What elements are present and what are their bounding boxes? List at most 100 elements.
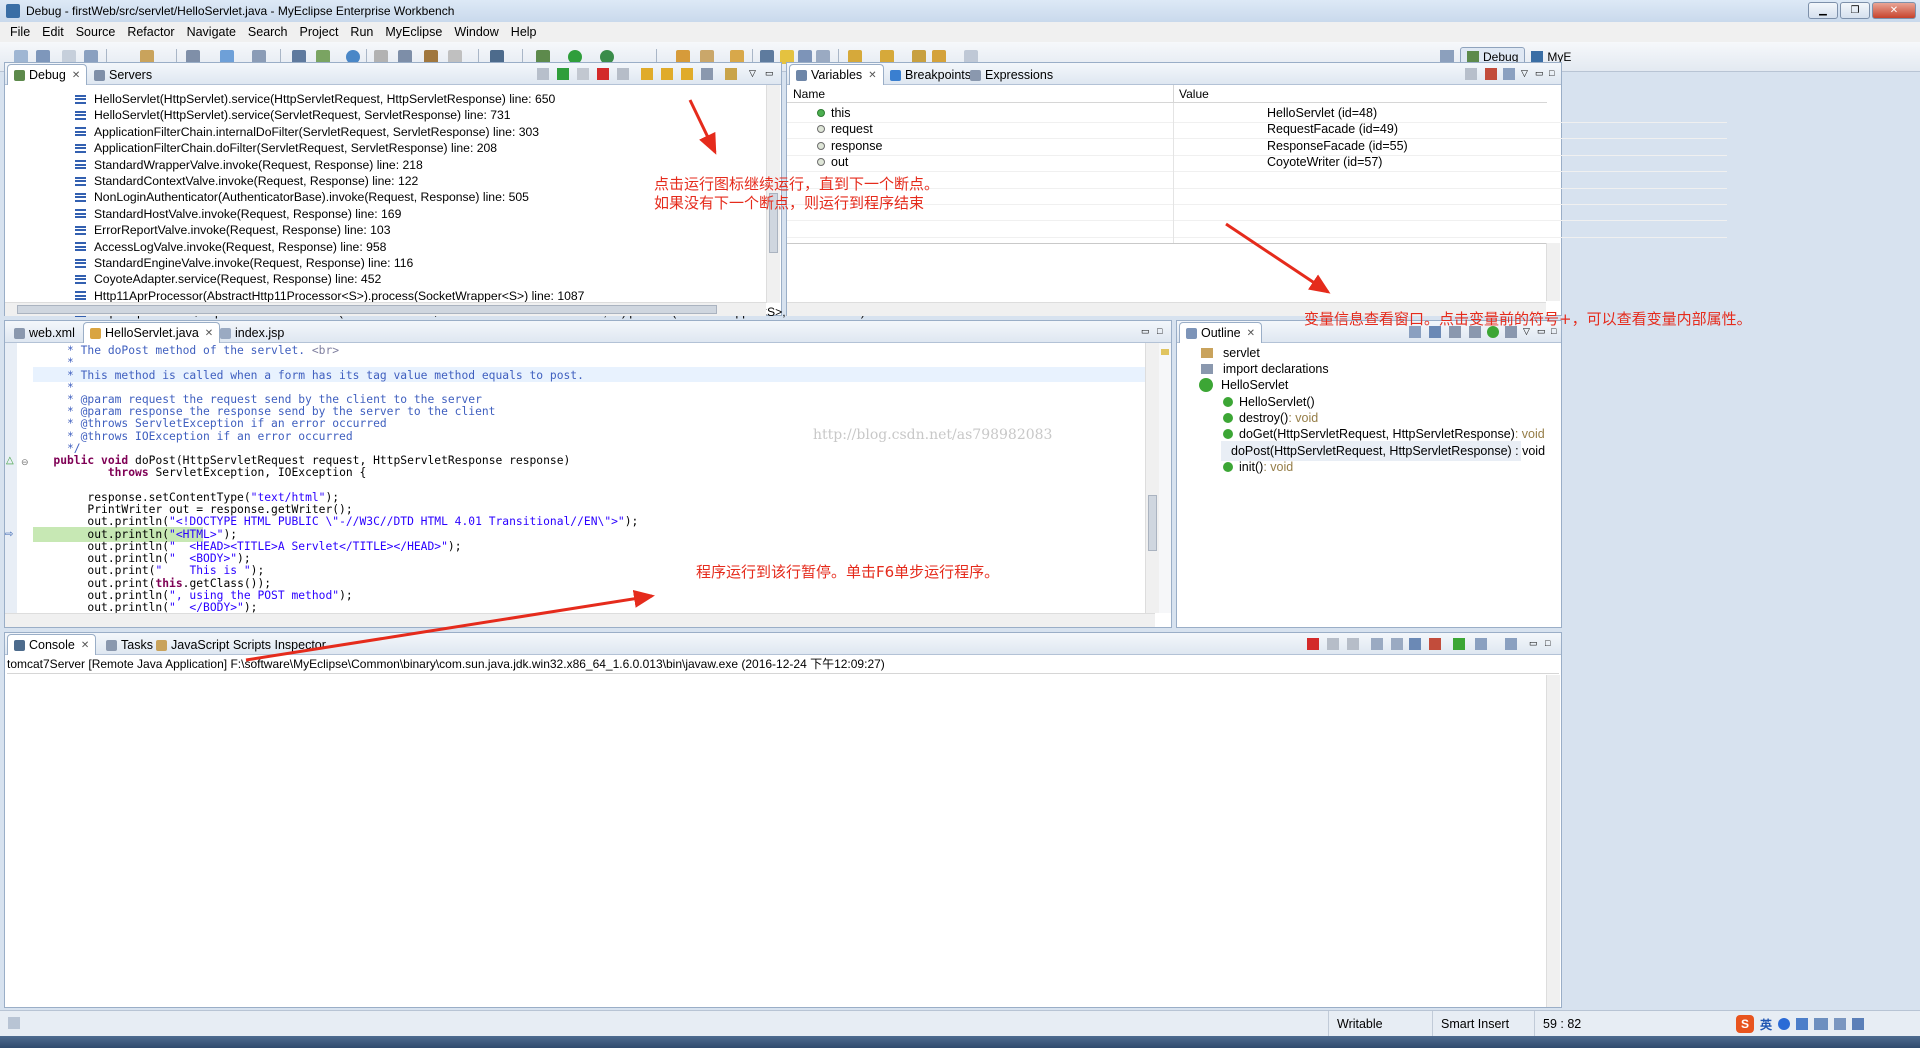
details-vertical-scrollbar[interactable] bbox=[1546, 243, 1560, 301]
view-menu-icon[interactable]: ▽ bbox=[749, 68, 761, 80]
annotation-resume-line1: 点击运行图标继续运行，直到下一个断点。 bbox=[654, 175, 940, 193]
tab-servers[interactable]: Servers bbox=[87, 64, 159, 85]
remove-terminated-icon[interactable] bbox=[537, 68, 549, 80]
outline-item-init[interactable]: init() : void bbox=[1223, 457, 1293, 477]
stack-frame-icon bbox=[75, 274, 86, 284]
ime-language[interactable]: 英 bbox=[1760, 1016, 1772, 1033]
tab-expressions-label: Expressions bbox=[985, 68, 1054, 82]
annotation-step: 程序运行到该行暂停。单击F6单步运行程序。 bbox=[696, 563, 1000, 581]
step-over-icon[interactable] bbox=[661, 68, 673, 80]
terminate-icon[interactable] bbox=[597, 68, 609, 80]
sogou-icon[interactable]: S bbox=[1736, 1015, 1754, 1033]
view-menu-icon[interactable]: ▽ bbox=[1521, 68, 1533, 80]
menu-project[interactable]: Project bbox=[294, 25, 345, 39]
disconnect-icon[interactable] bbox=[617, 68, 629, 80]
close-icon[interactable]: ✕ bbox=[1247, 328, 1255, 339]
tab-outline[interactable]: Outline ✕ bbox=[1179, 322, 1262, 343]
use-step-filters-icon[interactable] bbox=[725, 68, 737, 80]
close-icon[interactable]: ✕ bbox=[72, 70, 80, 81]
tab-debug[interactable]: Debug ✕ bbox=[7, 64, 88, 85]
console-vertical-scrollbar[interactable] bbox=[1546, 675, 1560, 1007]
debug-horizontal-scrollbar[interactable] bbox=[5, 302, 766, 316]
menu-window[interactable]: Window bbox=[448, 25, 504, 39]
show-stderr-icon[interactable] bbox=[1429, 638, 1441, 650]
punctuation-icon[interactable] bbox=[1796, 1018, 1809, 1030]
annotation-variables: 变量信息查看窗口。点击变量前的符号+，可以查看变量内部属性。 bbox=[1304, 310, 1752, 328]
maximize-view-icon[interactable]: □ bbox=[1157, 326, 1169, 338]
skin-icon[interactable] bbox=[1834, 1018, 1847, 1030]
tab-web-xml[interactable]: web.xml bbox=[7, 322, 82, 343]
menu-navigate[interactable]: Navigate bbox=[181, 25, 242, 39]
remove-all-icon[interactable] bbox=[1347, 638, 1359, 650]
resume-icon[interactable] bbox=[557, 68, 569, 80]
keyboard-icon[interactable] bbox=[1814, 1018, 1829, 1030]
ime-toolbar: S 英 bbox=[1736, 1013, 1916, 1035]
value-column-header[interactable]: Value bbox=[1179, 87, 1209, 101]
menu-source[interactable]: Source bbox=[70, 25, 122, 39]
maximize-view-icon[interactable]: □ bbox=[1549, 68, 1561, 80]
step-into-icon[interactable] bbox=[641, 68, 653, 80]
settings-icon[interactable] bbox=[1852, 1018, 1865, 1030]
tab-helloservlet-java[interactable]: HelloServlet.java ✕ bbox=[83, 322, 221, 343]
stack-frame-label: StandardContextValve.invoke(Request, Res… bbox=[94, 174, 419, 188]
show-stdout-icon[interactable] bbox=[1409, 638, 1421, 650]
servers-icon bbox=[94, 69, 105, 81]
show-type-names-icon[interactable] bbox=[1465, 68, 1477, 80]
moon-icon[interactable] bbox=[1778, 1018, 1791, 1030]
minimize-view-icon[interactable]: ▭ bbox=[765, 68, 777, 80]
status-insert-mode: Smart Insert bbox=[1432, 1011, 1532, 1037]
editor-horizontal-scrollbar[interactable] bbox=[5, 613, 1155, 627]
menu-search[interactable]: Search bbox=[242, 25, 294, 39]
minimize-button[interactable]: ▁ bbox=[1808, 2, 1838, 19]
terminate-icon[interactable] bbox=[1307, 638, 1319, 650]
minimize-view-icon[interactable]: ▭ bbox=[1535, 68, 1547, 80]
tab-variables[interactable]: Variables ✕ bbox=[789, 64, 884, 85]
minimize-view-icon[interactable]: ▭ bbox=[1529, 638, 1541, 650]
maximize-view-icon[interactable]: □ bbox=[1545, 638, 1557, 650]
jsp-file-icon bbox=[220, 327, 231, 339]
drop-to-frame-icon[interactable] bbox=[701, 68, 713, 80]
stack-frame-icon bbox=[75, 225, 86, 235]
menu-run[interactable]: Run bbox=[344, 25, 379, 39]
editor-vertical-scrollbar[interactable] bbox=[1145, 343, 1159, 613]
scroll-thumb[interactable] bbox=[17, 305, 717, 314]
tab-expressions[interactable]: Expressions bbox=[963, 64, 1060, 85]
step-return-icon[interactable] bbox=[681, 68, 693, 80]
menu-help[interactable]: Help bbox=[505, 25, 543, 39]
show-logical-structure-icon[interactable] bbox=[1485, 68, 1497, 80]
remove-launch-icon[interactable] bbox=[1327, 638, 1339, 650]
close-button[interactable]: ✕ bbox=[1872, 2, 1916, 19]
menu-refactor[interactable]: Refactor bbox=[121, 25, 180, 39]
collapse-all-icon[interactable] bbox=[1503, 68, 1515, 80]
fold-icon[interactable]: ⊖ bbox=[21, 457, 29, 468]
editor-tabbar: web.xml HelloServlet.java ✕ index.jsp ▭ □ bbox=[5, 321, 1171, 343]
tab-js-inspector[interactable]: JavaScript Scripts Inspector bbox=[149, 634, 333, 655]
close-icon[interactable]: ✕ bbox=[81, 640, 89, 651]
tab-console[interactable]: Console ✕ bbox=[7, 634, 97, 655]
clear-console-icon[interactable] bbox=[1371, 638, 1383, 650]
display-console-icon[interactable] bbox=[1475, 638, 1487, 650]
variables-header: Name Value bbox=[787, 85, 1547, 103]
method-icon bbox=[1223, 413, 1233, 423]
stack-frame-label: HelloServlet(HttpServlet).service(Servle… bbox=[94, 108, 511, 123]
js-inspector-icon bbox=[156, 639, 167, 651]
fast-view-icon[interactable] bbox=[8, 1017, 20, 1029]
stack-frame-icon bbox=[75, 160, 86, 170]
maximize-button[interactable]: ❐ bbox=[1840, 2, 1870, 19]
name-column-header[interactable]: Name bbox=[793, 87, 825, 101]
scroll-thumb[interactable] bbox=[1148, 495, 1157, 551]
menu-edit[interactable]: Edit bbox=[36, 25, 70, 39]
close-icon[interactable]: ✕ bbox=[868, 70, 876, 81]
pin-console-icon[interactable] bbox=[1453, 638, 1465, 650]
menu-file[interactable]: File bbox=[4, 25, 36, 39]
tab-index-jsp[interactable]: index.jsp bbox=[213, 322, 291, 343]
suspend-icon[interactable] bbox=[577, 68, 589, 80]
minimize-view-icon[interactable]: ▭ bbox=[1141, 326, 1153, 338]
scroll-lock-icon[interactable] bbox=[1391, 638, 1403, 650]
warning-marker[interactable] bbox=[1161, 349, 1169, 355]
open-console-icon[interactable] bbox=[1505, 638, 1517, 650]
close-icon[interactable]: ✕ bbox=[205, 328, 213, 339]
variable-icon bbox=[817, 125, 825, 134]
menu-myeclipse[interactable]: MyEclipse bbox=[379, 25, 448, 39]
variable-name: response bbox=[831, 138, 883, 153]
